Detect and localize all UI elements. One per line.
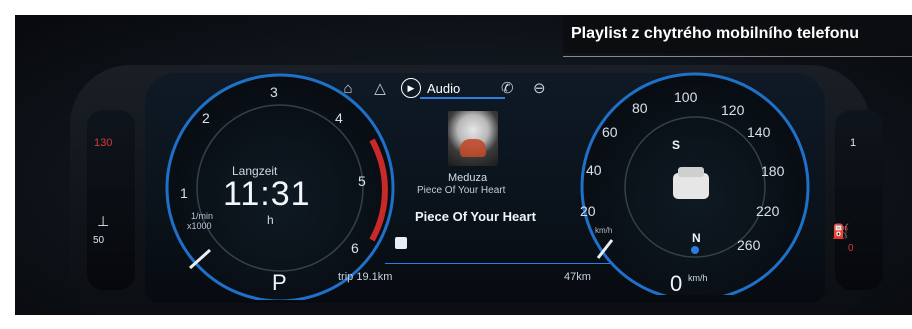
fuel-icon: ⛽	[832, 223, 850, 239]
track-title-small: Piece Of Your Heart	[417, 185, 506, 196]
caption-banner: Playlist z chytrého mobilního telefonu	[563, 15, 912, 53]
car-service-icon[interactable]: ⌂	[337, 77, 359, 99]
phone-icon[interactable]: ✆	[496, 77, 518, 99]
clock-time: 11:31	[223, 175, 311, 213]
car-icon[interactable]: ⊖	[528, 77, 550, 99]
audio-tab-underline	[420, 97, 505, 99]
temp-min-label: 50	[93, 235, 105, 246]
rpm-unit-line2: x1000	[187, 221, 212, 231]
trip-distance-left: trip 19.1km	[338, 271, 393, 283]
top-nav: ⌂ △ ▶ Audio ✆ ⊖	[337, 77, 550, 99]
compass-s: S	[672, 138, 681, 152]
media-source-icon[interactable]	[395, 237, 407, 249]
caption-text: Playlist z chytrého mobilního telefonu	[571, 25, 860, 42]
gear-indicator: P	[272, 270, 287, 295]
speed-value: 0	[670, 271, 683, 296]
temperature-icon: ⊥	[97, 213, 110, 229]
rpm-tick-4: 4	[335, 110, 343, 126]
track-artist: Meduza	[448, 172, 488, 184]
navigation-icon[interactable]: △	[369, 77, 391, 99]
speed-tick-60: 60	[602, 124, 618, 140]
speed-tick-80: 80	[632, 100, 648, 116]
dashboard-photo: 130 50 ⊥ 1 0 ⛽ 1 2 3 4 5 6 Langzeit 11:3…	[15, 15, 912, 315]
rpm-tick-5: 5	[358, 173, 366, 189]
album-art	[448, 111, 498, 166]
image-frame: 130 50 ⊥ 1 0 ⛽ 1 2 3 4 5 6 Langzeit 11:3…	[0, 0, 912, 329]
speed-tick-40: 40	[586, 162, 602, 178]
rpm-tick-1: 1	[180, 185, 188, 201]
speed-tick-260: 260	[737, 237, 761, 253]
rpm-tick-6: 6	[351, 240, 359, 256]
rpm-tick-3: 3	[270, 84, 278, 100]
compass-marker	[691, 246, 699, 254]
fuel-max-label: 1	[850, 137, 857, 149]
speed-unit-small: km/h	[595, 226, 613, 235]
right-side-gauge	[835, 110, 883, 290]
rpm-unit-line1: 1/min	[191, 211, 214, 221]
track-title-main: Piece Of Your Heart	[415, 209, 536, 224]
fuel-min-label: 0	[848, 243, 854, 254]
speed-tick-20: 20	[580, 203, 596, 219]
audio-tab-label: Audio	[427, 80, 461, 96]
speed-unit: km/h	[688, 273, 708, 283]
speed-tick-120: 120	[721, 102, 745, 118]
speed-tick-140: 140	[747, 124, 771, 140]
speed-tick-220: 220	[756, 203, 780, 219]
play-circle-icon: ▶	[401, 78, 421, 98]
caption-underline	[563, 56, 912, 57]
rpm-tick-2: 2	[202, 110, 210, 126]
speed-tick-180: 180	[761, 163, 785, 179]
speed-tick-100: 100	[674, 89, 698, 105]
temp-max-label: 130	[94, 137, 113, 149]
compass-n: N	[692, 231, 701, 245]
clock-unit: h	[267, 213, 274, 227]
audio-tab[interactable]: ▶ Audio	[401, 78, 460, 98]
